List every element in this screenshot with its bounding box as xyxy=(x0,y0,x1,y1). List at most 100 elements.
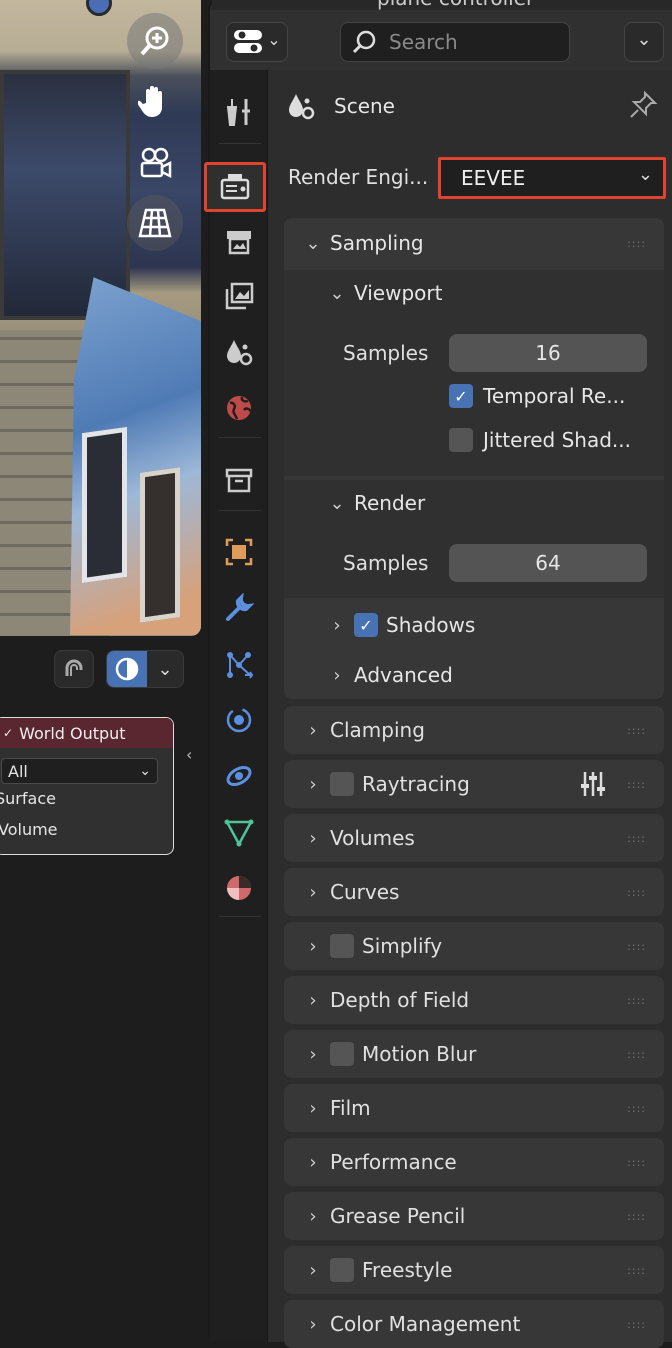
presets-sliders-icon[interactable] xyxy=(578,769,608,799)
editor-type-button[interactable]: ⌄ xyxy=(226,22,288,62)
viewport-samples-field[interactable]: 16 xyxy=(449,334,647,372)
panel-raytracing[interactable]: › Raytracing:::: xyxy=(284,760,664,808)
scene-icon xyxy=(289,94,315,120)
panel-label: Performance xyxy=(330,1150,457,1174)
tab-render[interactable] xyxy=(204,162,266,212)
camera-view-icon[interactable] xyxy=(127,135,183,191)
chevron-down-icon[interactable]: ⌄ xyxy=(147,659,183,680)
node-target-select[interactable]: All ⌄ xyxy=(1,758,158,784)
tab-constraints[interactable] xyxy=(214,752,264,800)
drag-handle-icon[interactable]: :::: xyxy=(627,832,646,845)
chevron-down-icon: ⌄ xyxy=(329,282,345,304)
collection-box-icon xyxy=(225,468,253,493)
viewport-subheader[interactable]: ⌄ Viewport xyxy=(312,270,662,316)
overlay-toggle[interactable]: ⌄ xyxy=(106,650,184,688)
tab-object[interactable] xyxy=(214,528,264,576)
drag-handle-icon[interactable]: :::: xyxy=(627,940,646,953)
chevron-right-icon: › xyxy=(309,827,317,849)
drag-handle-icon[interactable]: :::: xyxy=(627,886,646,899)
tab-world[interactable] xyxy=(214,384,264,432)
jittered-shadows-checkbox[interactable]: Jittered Shad... xyxy=(449,428,631,452)
drag-handle-icon[interactable]: :::: xyxy=(627,994,646,1007)
world-icon xyxy=(227,396,253,420)
tab-view-layer[interactable] xyxy=(214,272,264,320)
tab-data[interactable] xyxy=(214,808,264,856)
snap-magnet-icon[interactable] xyxy=(54,650,94,688)
panel-color-management[interactable]: › Color Management:::: xyxy=(284,1300,664,1348)
drag-handle-icon[interactable]: :::: xyxy=(627,1210,646,1223)
drag-handle-icon[interactable]: :::: xyxy=(627,1264,646,1277)
tab-physics[interactable] xyxy=(214,696,264,744)
drag-handle-icon[interactable]: :::: xyxy=(627,1048,646,1061)
panel-clamping[interactable]: › Clamping:::: xyxy=(284,706,664,754)
viewport-frame-detail xyxy=(82,426,127,584)
panel-motion-blur[interactable]: › Motion Blur:::: xyxy=(284,1030,664,1078)
chevron-down-icon: ⌄ xyxy=(329,492,345,514)
sampling-header[interactable]: ⌄ Sampling :::: xyxy=(284,220,664,266)
shadows-subheader[interactable]: › ✓ Shadows xyxy=(312,602,662,648)
wrench-icon xyxy=(226,593,254,621)
printer-icon xyxy=(227,231,251,255)
tab-scene[interactable] xyxy=(214,328,264,376)
drag-handle-icon[interactable]: :::: xyxy=(627,237,646,250)
checkmark-icon[interactable]: ✓ xyxy=(354,613,378,637)
outliner-row[interactable]: plane controller xyxy=(212,0,672,10)
drag-handle-icon[interactable]: :::: xyxy=(627,724,646,737)
checkbox-empty-icon[interactable] xyxy=(330,1258,354,1282)
pin-icon[interactable] xyxy=(628,90,658,120)
chevron-right-icon: › xyxy=(309,1259,317,1281)
panel-depth-of-field[interactable]: › Depth of Field:::: xyxy=(284,976,664,1024)
checkbox-empty-icon[interactable] xyxy=(330,934,354,958)
socket-volume[interactable]: Volume xyxy=(0,815,173,846)
panel-grease-pencil[interactable]: › Grease Pencil:::: xyxy=(284,1192,664,1240)
chevron-right-icon: › xyxy=(309,1151,317,1173)
tab-collection[interactable] xyxy=(214,456,264,504)
advanced-subheader[interactable]: › Advanced xyxy=(312,652,662,698)
tab-particles[interactable] xyxy=(214,640,264,688)
checkbox-empty-icon[interactable] xyxy=(330,772,354,796)
panel-curves[interactable]: › Curves:::: xyxy=(284,868,664,916)
render-samples-field[interactable]: 64 xyxy=(449,544,647,582)
world-output-node[interactable]: ✓ World Output All ⌄ Surface Volume xyxy=(0,717,174,855)
panel-performance[interactable]: › Performance:::: xyxy=(284,1138,664,1186)
render-engine-value: EEVEE xyxy=(461,166,526,190)
3d-viewport[interactable] xyxy=(0,0,201,636)
drag-handle-icon[interactable]: :::: xyxy=(627,778,646,791)
particles-icon xyxy=(227,652,254,679)
drag-handle-icon[interactable]: :::: xyxy=(627,1102,646,1115)
viewport-samples-label: Samples xyxy=(343,341,429,365)
navigation-gizmo-dot[interactable] xyxy=(86,0,112,16)
sidebar-collapse-icon[interactable]: ‹ xyxy=(186,745,200,769)
chevron-right-icon: › xyxy=(309,881,317,903)
panel-simplify[interactable]: › Simplify:::: xyxy=(284,922,664,970)
socket-surface[interactable]: Surface xyxy=(0,784,173,815)
chevron-right-icon: › xyxy=(333,664,341,686)
drag-handle-icon[interactable]: :::: xyxy=(627,1318,646,1331)
panel-label: Raytracing xyxy=(362,772,470,796)
hand-pan-icon[interactable] xyxy=(127,73,183,129)
collapse-check-icon[interactable]: ✓ xyxy=(3,726,13,740)
options-dropdown-button[interactable]: ⌄ xyxy=(624,22,664,62)
tab-output[interactable] xyxy=(214,218,264,266)
panel-volumes[interactable]: › Volumes:::: xyxy=(284,814,664,862)
node-title: World Output xyxy=(19,723,126,743)
render-engine-select[interactable]: EEVEE ⌄ xyxy=(438,157,666,199)
panel-freestyle[interactable]: › Freestyle:::: xyxy=(284,1246,664,1294)
search-input[interactable]: Search xyxy=(340,22,570,62)
checkbox-empty-icon[interactable] xyxy=(330,1042,354,1066)
node-header[interactable]: ✓ World Output xyxy=(0,718,173,748)
chevron-down-icon: ⌄ xyxy=(267,29,281,49)
overlay-icon[interactable] xyxy=(107,651,147,687)
constraints-icon xyxy=(226,765,252,787)
panel-film[interactable]: › Film:::: xyxy=(284,1084,664,1132)
chevron-down-icon: ⌄ xyxy=(636,28,652,50)
tab-material[interactable] xyxy=(214,864,264,912)
tab-tool[interactable] xyxy=(214,88,264,136)
tab-modifiers[interactable] xyxy=(214,584,264,632)
drag-handle-icon[interactable]: :::: xyxy=(627,1156,646,1169)
render-subheader[interactable]: ⌄ Render xyxy=(312,480,662,526)
temporal-reprojection-checkbox[interactable]: ✓ Temporal Re... xyxy=(449,384,625,408)
zoom-icon[interactable] xyxy=(127,13,183,69)
grid-ortho-icon[interactable] xyxy=(127,195,183,251)
render-camera-icon xyxy=(220,174,250,200)
